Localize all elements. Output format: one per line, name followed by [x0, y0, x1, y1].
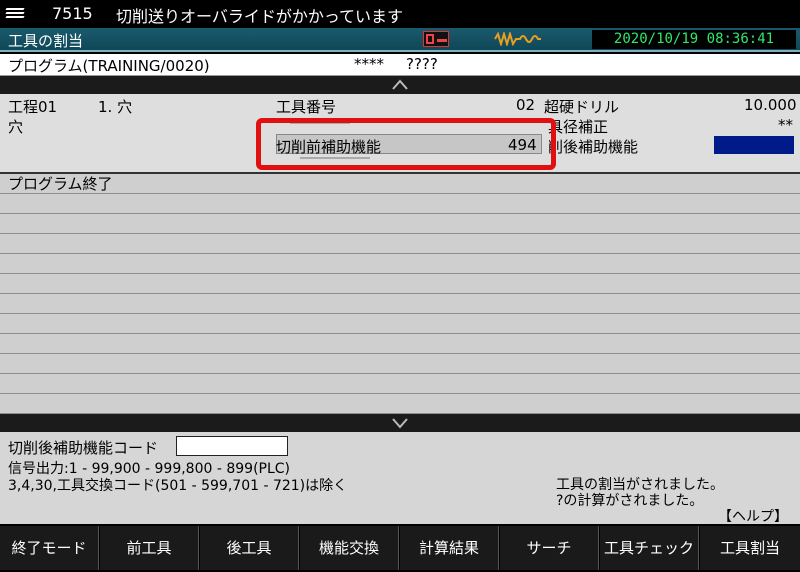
list-item[interactable]: プログラム終了	[0, 174, 800, 194]
chevron-up-icon	[392, 79, 408, 90]
hole-label: 穴	[8, 118, 24, 136]
softkey-bar: 終了モード 前工具 後工具 機能交換 計算結果 サーチ 工具チェック 工具割当	[0, 524, 800, 572]
list-item[interactable]	[0, 234, 800, 254]
post-cut-field[interactable]	[714, 136, 794, 154]
help-button[interactable]: 【ヘルプ】	[718, 506, 788, 526]
scroll-down-button[interactable]	[0, 414, 800, 432]
status-message: ?の計算がされました。	[556, 493, 704, 509]
alarm-bar: 7515 切削送りオーバライドがかかっています	[0, 0, 800, 28]
list-item[interactable]	[0, 214, 800, 234]
program-unknown: ????	[406, 55, 438, 73]
alarm-lines-icon	[5, 6, 25, 22]
code-label: 切削後補助機能コード	[8, 439, 159, 457]
waveform-icon	[494, 32, 541, 46]
process-label: 工程01	[8, 98, 58, 116]
alarm-message: 切削送りオーバライドがかかっています	[116, 7, 404, 26]
diameter-comp-label: 具径補正	[548, 118, 609, 136]
tool-assign-button[interactable]: 工具割当	[700, 526, 800, 570]
scroll-up-button[interactable]	[0, 76, 800, 94]
tool-number-label: 工具番号	[276, 98, 337, 116]
datetime-display: 2020/10/19 08:36:41	[592, 30, 796, 49]
highlight-box	[256, 118, 556, 170]
alarm-code: 7515	[52, 4, 93, 23]
tool-check-button[interactable]: 工具チェック	[600, 526, 699, 570]
list-item[interactable]	[0, 194, 800, 214]
list-item[interactable]	[0, 274, 800, 294]
diameter-comp-value: **	[778, 116, 793, 134]
function-swap-button[interactable]: 機能交換	[300, 526, 399, 570]
screen-title: 工具の割当	[8, 32, 84, 50]
next-tool-button[interactable]: 後工具	[200, 526, 299, 570]
list-item[interactable]	[0, 314, 800, 334]
input-panel: 切削後補助機能コード 信号出力:1 - 99,900 - 999,800 - 8…	[0, 432, 800, 526]
list-item[interactable]	[0, 354, 800, 374]
list-item[interactable]	[0, 374, 800, 394]
calc-result-button[interactable]: 計算結果	[400, 526, 499, 570]
list-item[interactable]	[0, 394, 800, 414]
tool-name: 超硬ドリル	[544, 98, 620, 116]
tool-diameter-value: 10.000	[744, 96, 797, 114]
program-stars: ****	[354, 55, 384, 73]
main-panel: 工程01 1. 穴 穴 工具番号 02 超硬ドリル 10.000 具径補正 **…	[0, 94, 800, 414]
chevron-down-icon	[392, 418, 408, 429]
code-input[interactable]	[176, 436, 288, 456]
list-item[interactable]	[0, 294, 800, 314]
end-mode-button[interactable]: 終了モード	[0, 526, 99, 570]
exclusion-text: 3,4,30,工具交換コード(501 - 599,701 - 721)は除く	[8, 478, 348, 494]
program-line: プログラム(TRAINING/0020) **** ????	[0, 54, 800, 76]
process-value: 1. 穴	[98, 98, 133, 116]
title-bar: 工具の割当 2020/10/19 08:36:41	[0, 28, 800, 52]
process-info: 工程01 1. 穴 穴 工具番号 02 超硬ドリル 10.000 具径補正 **…	[0, 94, 800, 172]
program-name: プログラム(TRAINING/0020)	[8, 57, 210, 75]
spindle-status-icon	[423, 31, 449, 47]
list-item[interactable]	[0, 334, 800, 354]
list-item[interactable]	[0, 254, 800, 274]
tool-number-value: 02	[516, 96, 536, 114]
search-button[interactable]: サーチ	[500, 526, 599, 570]
program-list: プログラム終了	[0, 174, 800, 414]
prev-tool-button[interactable]: 前工具	[100, 526, 199, 570]
post-cut-label: 削後補助機能	[548, 138, 639, 156]
